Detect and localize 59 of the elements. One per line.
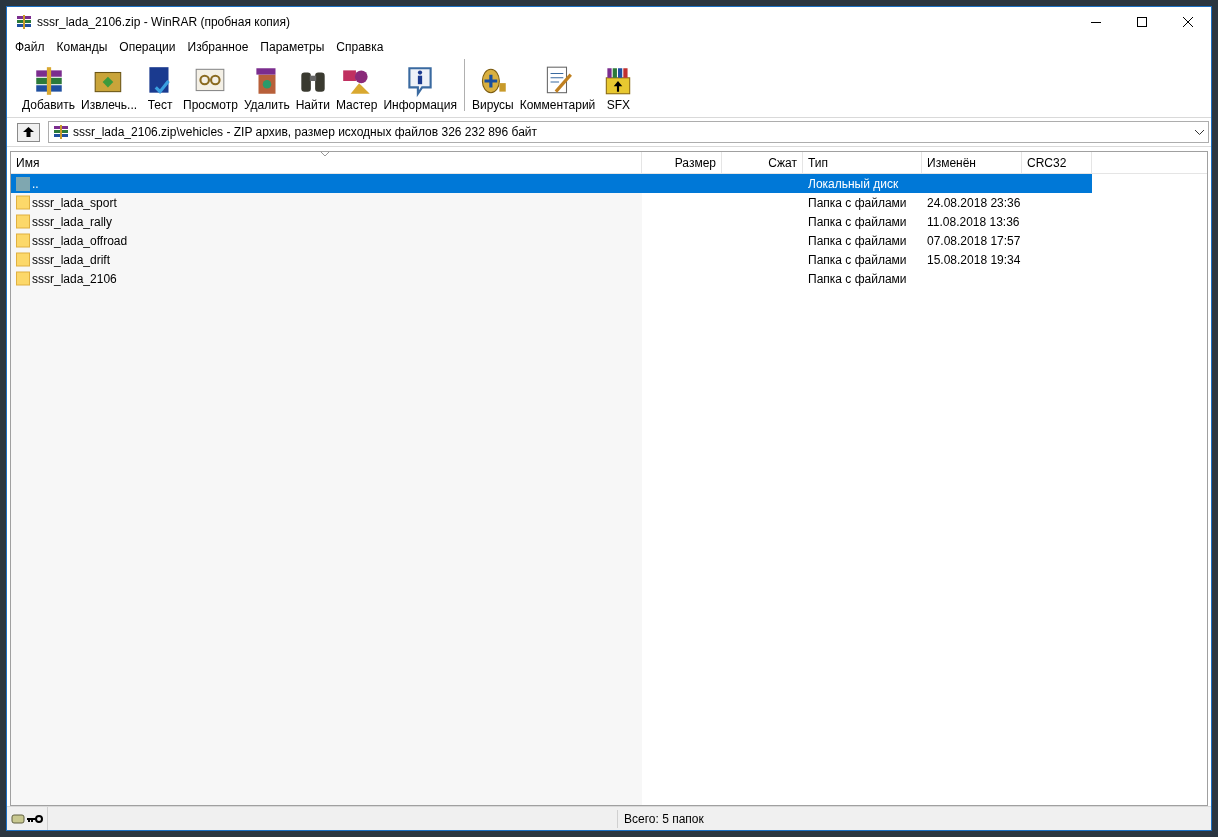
file-row[interactable]: sssr_lada_drift Папка с файлами 15.08.2018 19:34: [11, 250, 1092, 269]
toolbar-button[interactable]: Просмотр: [180, 64, 241, 113]
toolbar-button[interactable]: SFX: [598, 64, 639, 113]
toolbar-button[interactable]: Добавить: [19, 64, 79, 113]
modified-date: 15.08.2018 19:34: [926, 251, 1022, 269]
folder-icon: [16, 271, 30, 286]
file-type: Папка с файлами: [807, 251, 908, 269]
file-row[interactable]: sssr_lada_2106 Папка с файлами: [11, 269, 1092, 288]
file-name: sssr_lada_sport: [32, 194, 117, 212]
modified-date: 11.08.2018 13:36: [926, 213, 1021, 231]
key-icon: [27, 813, 43, 824]
toolbar-button[interactable]: Тест: [140, 64, 181, 113]
folder-icon: [16, 195, 30, 210]
modified-date: 24.08.2018 23:36: [926, 194, 1022, 212]
up-arrow-icon: [23, 127, 34, 137]
file-row[interactable]: sssr_lada_sport Папка с файлами 24.08.2018 23:36: [11, 193, 1092, 212]
address-field[interactable]: sssr_lada_2106.zip\vehicles - ZIP архив, размер исходных файлов 326 232 896 байт: [48, 121, 1209, 143]
file-type: Локальный диск: [807, 175, 900, 193]
window-title: sssr_lada_2106.zip - WinRAR (пробная копия): [37, 14, 290, 31]
folder-icon: [16, 233, 30, 248]
toolbar-button[interactable]: Найти: [292, 64, 333, 113]
file-row[interactable]: .. Локальный диск: [11, 174, 1092, 193]
file-row[interactable]: sssr_lada_rally Папка с файлами 11.08.2018 13:36: [11, 212, 1092, 231]
file-type: Папка с файлами: [807, 270, 908, 288]
drive-icon: [11, 812, 25, 825]
archive-icon: [53, 124, 69, 140]
modified-date: 07.08.2018 17:57: [926, 232, 1022, 250]
toolbar-button[interactable]: Информация: [380, 64, 460, 113]
status-text: Всего: 5 папок: [617, 809, 704, 828]
menu-item[interactable]: Параметры: [254, 37, 331, 56]
menu-item[interactable]: Команды: [50, 37, 114, 56]
folder-icon: [16, 214, 30, 229]
file-row[interactable]: sssr_lada_offroad Папка с файлами 07.08.2018 17:57: [11, 231, 1092, 250]
app-icon: [16, 14, 32, 30]
file-name: sssr_lada_drift: [32, 251, 111, 269]
toolbar-button[interactable]: Вирусы: [468, 64, 517, 113]
close-icon: [1183, 17, 1193, 27]
file-name: ..: [32, 175, 39, 193]
file-type: Папка с файлами: [807, 194, 908, 212]
file-type: Папка с файлами: [807, 213, 908, 231]
up-folder-button[interactable]: [17, 122, 40, 142]
menu-item[interactable]: Операции: [113, 37, 182, 56]
parent-folder-icon: [16, 176, 30, 191]
file-name: sssr_lada_offroad: [32, 232, 128, 250]
address-path: sssr_lada_2106.zip\vehicles - ZIP архив, размер исходных файлов 326 232 896 байт: [73, 124, 537, 141]
menu-item[interactable]: Справка: [330, 37, 390, 56]
file-name: sssr_lada_2106: [32, 270, 117, 288]
minimize-icon: [1091, 21, 1101, 23]
toolbar-button[interactable]: Мастер: [332, 64, 381, 113]
toolbar-button[interactable]: Комментарий: [516, 64, 599, 113]
folder-icon: [16, 252, 30, 267]
file-type: Папка с файлами: [807, 232, 908, 250]
menu-item[interactable]: Избранное: [181, 37, 255, 56]
maximize-icon: [1137, 17, 1147, 27]
toolbar-button[interactable]: Удалить: [240, 64, 293, 113]
dropdown-caret-icon[interactable]: [1195, 129, 1204, 135]
file-name: sssr_lada_rally: [32, 213, 113, 231]
toolbar-button[interactable]: Извлечь...: [78, 64, 141, 113]
menu-item[interactable]: Файл: [9, 37, 51, 56]
